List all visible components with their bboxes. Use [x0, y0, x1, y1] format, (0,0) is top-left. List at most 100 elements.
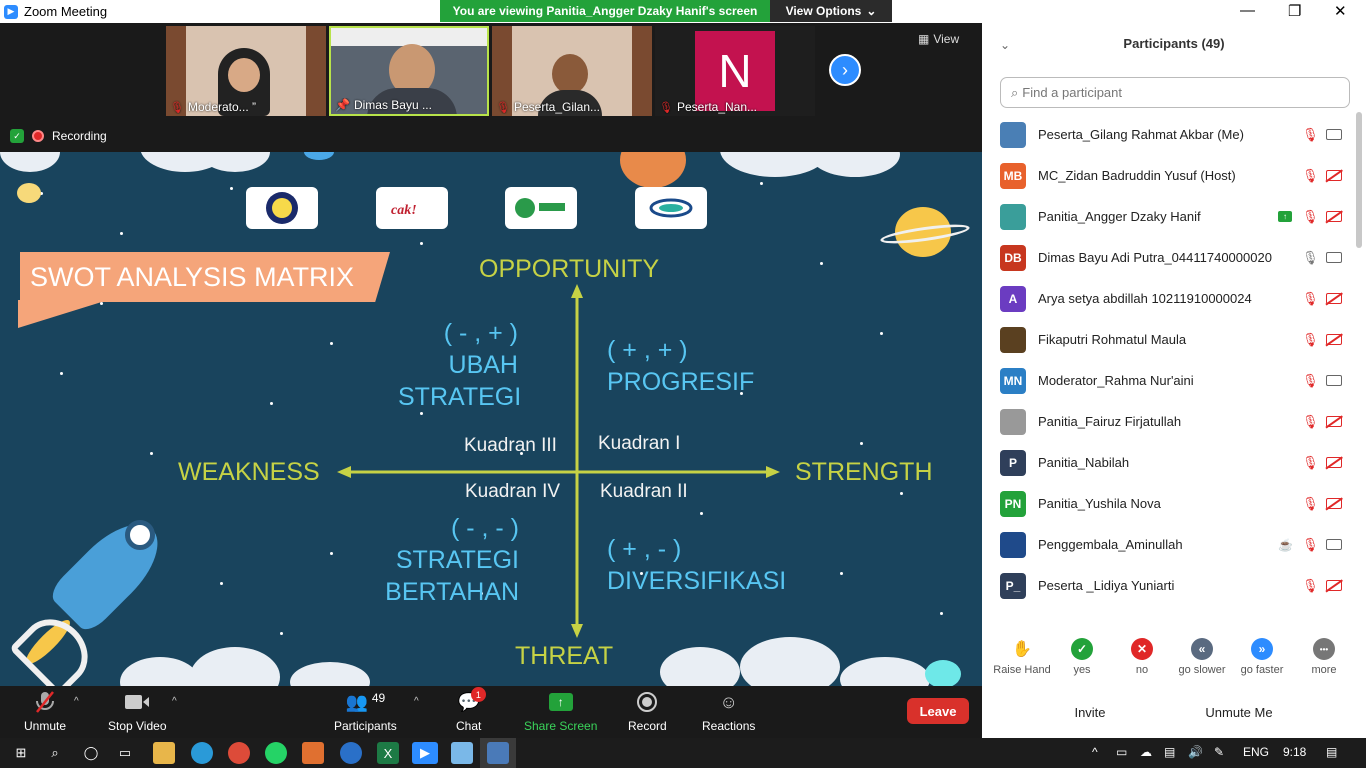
participants-button[interactable]: 👥 49 Participants	[334, 690, 397, 733]
video-thumb-active[interactable]: 📌 Dimas Bayu ...	[329, 26, 489, 116]
video-on-icon[interactable]	[1326, 252, 1342, 263]
invite-button[interactable]: Invite	[1060, 700, 1120, 724]
participant-row[interactable]: MB MC_Zidan Badruddin Yusuf (Host) 🎙	[982, 155, 1354, 196]
next-page-button[interactable]: ›	[829, 54, 861, 86]
mic-muted-icon[interactable]: 🎙	[1302, 455, 1319, 471]
thumb-label: Peserta_Nan...	[676, 100, 758, 114]
participant-search-input[interactable]: ⌕ Find a participant	[1000, 77, 1350, 108]
unmute-button[interactable]: Unmute	[24, 690, 66, 733]
audio-options-caret-icon[interactable]: ^	[74, 696, 79, 707]
mic-muted-icon[interactable]: 🎙	[1302, 332, 1319, 348]
minimize-icon[interactable]: —	[1240, 2, 1255, 19]
yes-button[interactable]: ✓ yes	[1062, 638, 1102, 676]
reactions-button[interactable]: ☺ Reactions	[702, 690, 755, 734]
mic-muted-icon[interactable]: 🎙	[1302, 537, 1319, 553]
network-icon[interactable]: ▤	[1164, 745, 1175, 759]
share-screen-button[interactable]: ↑ Share Screen	[524, 690, 597, 733]
chevron-down-icon: ⌄	[866, 4, 877, 18]
record-button[interactable]: Record	[628, 690, 667, 733]
stop-video-button[interactable]: Stop Video	[108, 690, 167, 733]
participant-row[interactable]: Peserta_Gilang Rahmat Akbar (Me) 🎙	[982, 114, 1354, 155]
video-off-icon[interactable]	[1326, 416, 1342, 427]
go-slower-button[interactable]: « go slower	[1172, 638, 1232, 676]
chevron-up-icon[interactable]: ^	[1092, 745, 1098, 759]
mic-muted-icon[interactable]: 🎙	[1302, 291, 1319, 307]
mic-muted-icon[interactable]: 🎙	[1302, 209, 1319, 225]
participant-row[interactable]: A Arya setya abdillah 10211910000024 🎙	[982, 278, 1354, 319]
video-thumb[interactable]: N 🎙 Peserta_Nan...	[655, 26, 815, 116]
participants-header: Participants (49)	[1123, 36, 1225, 51]
cloud-icon[interactable]: ☁	[1140, 745, 1152, 759]
video-on-icon[interactable]	[1326, 539, 1342, 550]
video-off-icon[interactable]	[1326, 293, 1342, 304]
participant-row[interactable]: Panitia_Fairuz Firjatullah 🎙	[982, 401, 1354, 442]
search-icon[interactable]: ⌕	[44, 742, 66, 764]
video-on-icon[interactable]	[1326, 129, 1342, 140]
video-on-icon[interactable]	[1326, 375, 1342, 386]
leave-button[interactable]: Leave	[907, 698, 969, 724]
whatsapp-icon[interactable]	[265, 742, 287, 764]
video-off-icon[interactable]	[1326, 457, 1342, 468]
file-explorer-icon[interactable]	[153, 742, 175, 764]
cortana-icon[interactable]: ◯	[80, 742, 102, 764]
participant-list-scrollbar[interactable]	[1356, 112, 1362, 248]
video-options-caret-icon[interactable]: ^	[172, 696, 177, 707]
participant-row[interactable]: MN Moderator_Rahma Nur'aini 🎙	[982, 360, 1354, 401]
view-options-button[interactable]: View Options ⌄	[770, 0, 892, 22]
participant-row[interactable]: DB Dimas Bayu Adi Putra_04411740000020 🎙	[982, 237, 1354, 278]
participants-count: 49	[371, 691, 386, 705]
video-off-icon[interactable]	[1326, 498, 1342, 509]
chat-button[interactable]: 💬 1 Chat	[456, 687, 486, 733]
notepad-icon[interactable]	[451, 742, 473, 764]
avatar	[1000, 203, 1026, 230]
view-layout-button[interactable]: ▦ View	[918, 32, 959, 46]
zoom-taskbar-icon[interactable]: ▶	[412, 742, 438, 764]
unmute-label: Unmute	[24, 719, 67, 733]
close-icon[interactable]: ✕	[1334, 2, 1347, 20]
language-indicator[interactable]: ENG	[1243, 745, 1269, 759]
video-off-icon[interactable]	[1326, 580, 1342, 591]
clock[interactable]: 9:18	[1283, 745, 1306, 759]
participant-row[interactable]: Fikaputri Rohmatul Maula 🎙	[982, 319, 1354, 360]
restore-icon[interactable]: ❐	[1288, 2, 1301, 20]
go-faster-button[interactable]: » go faster	[1234, 638, 1290, 676]
participant-row[interactable]: Penggembala_Aminullah ☕ 🎙	[982, 524, 1354, 565]
mic-on-icon[interactable]: 🎙	[1302, 250, 1319, 266]
check-icon: ✓	[1071, 638, 1093, 660]
app-icon[interactable]	[340, 742, 362, 764]
app-icon[interactable]	[487, 742, 509, 764]
chrome-icon[interactable]	[228, 742, 250, 764]
avatar	[1000, 531, 1026, 558]
video-off-icon[interactable]	[1326, 211, 1342, 222]
participant-row[interactable]: Panitia_Angger Dzaky Hanif ↑ 🎙	[982, 196, 1354, 237]
mic-muted-icon[interactable]: 🎙	[1302, 127, 1319, 143]
no-button[interactable]: ✕ no	[1122, 638, 1162, 676]
participants-caret-icon[interactable]: ^	[414, 696, 419, 707]
battery-icon[interactable]: ▭	[1116, 745, 1127, 759]
video-off-icon[interactable]	[1326, 170, 1342, 181]
raise-hand-button[interactable]: ✋ Raise Hand	[992, 638, 1052, 676]
unmute-me-button[interactable]: Unmute Me	[1198, 700, 1280, 724]
notifications-icon[interactable]: ▤	[1326, 745, 1337, 759]
mic-muted-icon[interactable]: 🎙	[1302, 373, 1319, 389]
windows-start-icon[interactable]: ⊞	[10, 742, 32, 764]
participant-row[interactable]: PN Panitia_Yushila Nova 🎙	[982, 483, 1354, 524]
excel-icon[interactable]: X	[377, 742, 399, 764]
pen-icon[interactable]: ✎	[1214, 745, 1224, 759]
more-reactions-button[interactable]: ••• more	[1304, 638, 1344, 676]
avatar: P	[1000, 449, 1026, 476]
video-off-icon[interactable]	[1326, 334, 1342, 345]
mic-muted-icon[interactable]: 🎙	[1302, 578, 1319, 594]
mic-muted-icon[interactable]: 🎙	[1302, 496, 1319, 512]
mic-muted-icon[interactable]: 🎙	[1302, 414, 1319, 430]
volume-icon[interactable]: 🔊	[1188, 745, 1203, 759]
task-view-icon[interactable]: ▭	[114, 742, 136, 764]
video-thumb[interactable]: 🎙 Moderato... ”	[166, 26, 326, 116]
video-thumb[interactable]: 🎙 Peserta_Gilan...	[492, 26, 652, 116]
participant-row[interactable]: P Panitia_Nabilah 🎙	[982, 442, 1354, 483]
app-icon[interactable]	[302, 742, 324, 764]
mic-muted-icon[interactable]: 🎙	[1302, 168, 1319, 184]
participant-row[interactable]: P_ Peserta _Lidiya Yuniarti 🎙	[982, 565, 1354, 606]
mic-muted-icon: 🎙	[170, 101, 184, 114]
edge-icon[interactable]	[191, 742, 213, 764]
